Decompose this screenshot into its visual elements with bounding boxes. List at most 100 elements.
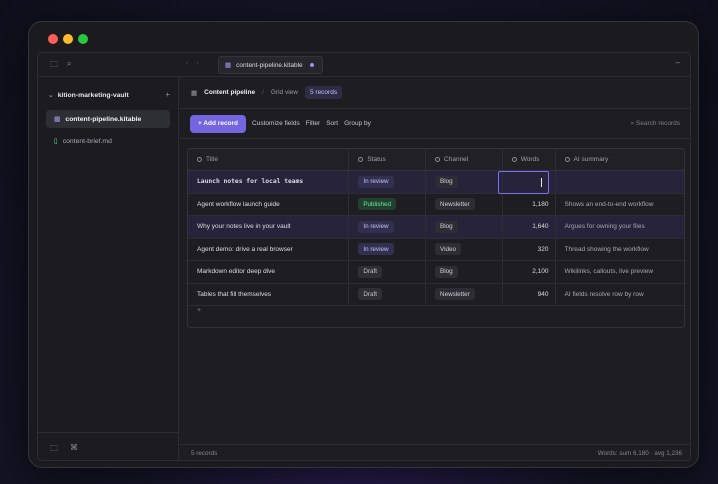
- channel-tag: Blog: [435, 220, 458, 233]
- top-bar: 🗀 ⌕ ‹ › ▦ content-pipeline.kitable –: [38, 53, 690, 77]
- toolbar: + Add record Customize fields Filter Sor…: [180, 109, 690, 139]
- status-cell[interactable]: In review: [349, 238, 427, 260]
- title-cell[interactable]: Agent workflow launch guide: [188, 193, 350, 215]
- title-cell[interactable]: Markdown editor deep dive: [188, 261, 350, 283]
- minimize-pane-icon[interactable]: –: [676, 58, 680, 67]
- records-grid: Title Status Channel Words AI summary La…: [187, 148, 685, 328]
- table-row[interactable]: Agent demo: drive a real browser In revi…: [188, 238, 684, 261]
- customize-fields-button[interactable]: Customize fields: [252, 120, 300, 127]
- status-cell[interactable]: Draft: [349, 283, 427, 305]
- minimize-window-button[interactable]: [63, 34, 73, 44]
- words-cell[interactable]: 320: [503, 238, 556, 260]
- table-row[interactable]: Agent workflow launch guide Published Ne…: [188, 193, 684, 216]
- search-icon[interactable]: ⌕: [67, 59, 71, 69]
- column-header-words[interactable]: Words: [503, 149, 556, 170]
- ai-summary-cell[interactable]: AI fields resolve row by row: [556, 284, 684, 306]
- channel-tag: Video: [435, 243, 462, 256]
- channel-cell[interactable]: Blog: [426, 216, 503, 238]
- tab-content-pipeline[interactable]: ▦ content-pipeline.kitable: [218, 56, 323, 74]
- add-row-button[interactable]: +: [197, 307, 201, 314]
- breadcrumb-separator: /: [262, 89, 264, 96]
- status-badge: In review: [358, 220, 394, 233]
- words-cell[interactable]: 1,180: [503, 193, 556, 215]
- column-header-channel[interactable]: Channel: [426, 149, 503, 170]
- status-cell[interactable]: Published: [349, 193, 427, 215]
- app-frame: 🗀 ⌕ ‹ › ▦ content-pipeline.kitable – ⌄ k…: [37, 52, 691, 461]
- title-cell[interactable]: Launch notes for local teams: [188, 171, 350, 193]
- status-cell[interactable]: In review: [349, 216, 427, 238]
- ai-summary-cell[interactable]: Shows an end-to-end workflow: [556, 194, 684, 216]
- sidebar: ⌄ kition-marketing-vault + ▦ content-pip…: [38, 77, 179, 460]
- tab-label: content-pipeline.kitable: [236, 61, 303, 69]
- table-row[interactable]: Tables that fill themselves Draft Newsle…: [188, 283, 684, 306]
- page-title: Content pipeline: [204, 89, 256, 96]
- text-caret: [541, 178, 542, 187]
- view-selector[interactable]: Grid view: [271, 89, 298, 96]
- table-row[interactable]: Why your notes live in your vault In rev…: [188, 216, 684, 239]
- column-label: Status: [367, 156, 386, 163]
- status-badge: Draft: [358, 265, 382, 278]
- words-aggregate: Words: sum 6,180 · avg 1,236: [597, 450, 682, 457]
- add-file-icon[interactable]: +: [165, 90, 170, 99]
- words-cell[interactable]: 2,100: [503, 261, 556, 283]
- search-records-input[interactable]: ⌕ Search records: [630, 120, 680, 128]
- title-cell[interactable]: Agent demo: drive a real browser: [188, 238, 350, 260]
- ai-summary-cell[interactable]: [556, 171, 684, 193]
- column-label: Channel: [444, 156, 469, 163]
- table-row[interactable]: Markdown editor deep dive Draft Blog 2,1…: [188, 261, 684, 284]
- folder-icon[interactable]: 🗀: [50, 443, 58, 457]
- channel-tag: Newsletter: [435, 288, 475, 301]
- sidebar-file-content-pipeline[interactable]: ▦ content-pipeline.kitable: [46, 110, 170, 128]
- nav-arrows-icon[interactable]: ‹ ›: [186, 60, 202, 67]
- close-window-button[interactable]: [48, 34, 58, 44]
- command-icon[interactable]: ⌘: [70, 443, 78, 452]
- channel-cell[interactable]: Newsletter: [426, 283, 503, 305]
- channel-tag: Blog: [435, 175, 458, 188]
- field-icon: [511, 157, 517, 162]
- group-by-button[interactable]: Group by: [344, 120, 371, 127]
- vault-header[interactable]: ⌄ kition-marketing-vault: [48, 91, 168, 100]
- active-cell-editor[interactable]: [498, 171, 549, 194]
- document-icon: ▯: [54, 138, 58, 145]
- words-cell[interactable]: 1,640: [503, 216, 556, 238]
- column-header-title[interactable]: Title: [188, 149, 350, 170]
- maximize-window-button[interactable]: [78, 34, 88, 44]
- column-header-ai-summary[interactable]: AI summary: [556, 149, 684, 170]
- channel-tag: Blog: [435, 265, 458, 278]
- ai-summary-cell[interactable]: Wikilinks, callouts, live preview: [556, 261, 684, 283]
- table-icon: ▦: [54, 116, 61, 123]
- unsaved-dot-icon: [309, 63, 314, 67]
- channel-cell[interactable]: Newsletter: [426, 193, 503, 215]
- sidebar-footer: 🗀 ⌘: [38, 432, 178, 460]
- words-cell[interactable]: 940: [503, 283, 556, 305]
- table-icon: ▦: [191, 89, 198, 97]
- title-cell[interactable]: Why your notes live in your vault: [188, 216, 350, 238]
- status-badge: Draft: [358, 288, 382, 301]
- sidebar-file-content-brief[interactable]: ▯ content-brief.md: [46, 132, 170, 150]
- column-label: Title: [206, 156, 219, 163]
- status-cell[interactable]: In review: [349, 171, 427, 193]
- status-bar: 5 records Words: sum 6,180 · avg 1,236: [180, 444, 690, 460]
- records-count-badge: 5 records: [304, 86, 343, 99]
- folder-icon[interactable]: 🗀: [50, 59, 58, 73]
- field-icon: [197, 157, 202, 162]
- channel-cell[interactable]: Video: [426, 238, 503, 260]
- chevron-down-icon: ⌄: [48, 92, 54, 99]
- vault-name: kition-marketing-vault: [57, 91, 129, 99]
- field-icon: [435, 157, 441, 162]
- add-record-button[interactable]: + Add record: [190, 114, 247, 133]
- app-window: 🗀 ⌕ ‹ › ▦ content-pipeline.kitable – ⌄ k…: [28, 21, 699, 468]
- ai-summary-cell[interactable]: Thread showing the workflow: [556, 239, 684, 261]
- column-header-status[interactable]: Status: [349, 149, 427, 170]
- table-icon: ▦: [225, 62, 232, 69]
- channel-cell[interactable]: Blog: [426, 261, 503, 283]
- ai-summary-cell[interactable]: Argues for owning your files: [556, 216, 684, 238]
- filter-button[interactable]: Filter: [306, 120, 320, 127]
- main-panel: ▦ Content pipeline / Grid view 5 records…: [180, 77, 690, 460]
- table-row[interactable]: Launch notes for local teams In review B…: [188, 171, 684, 194]
- status-cell[interactable]: Draft: [349, 261, 427, 283]
- field-icon: [358, 157, 364, 162]
- title-cell[interactable]: Tables that fill themselves: [188, 283, 350, 305]
- sort-button[interactable]: Sort: [326, 120, 338, 127]
- channel-cell[interactable]: Blog: [426, 171, 503, 193]
